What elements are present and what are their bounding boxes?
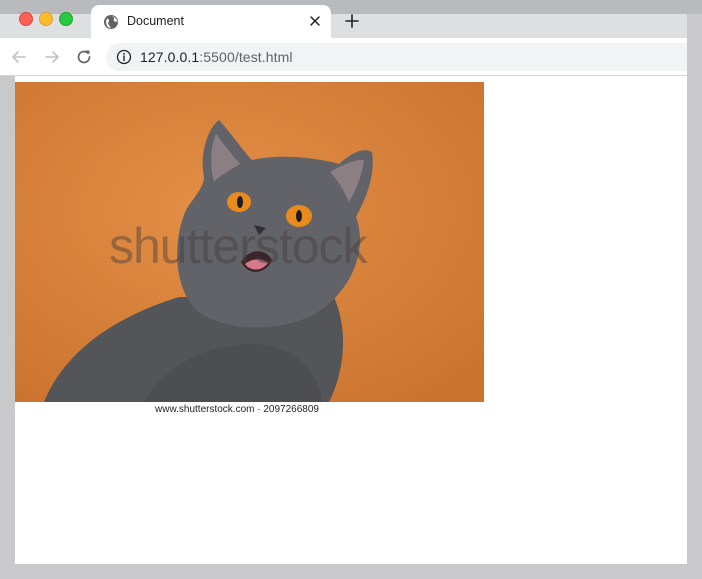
window-edge-right [687,14,702,579]
plus-icon[interactable] [343,12,361,30]
browser-toolbar: 127.0.0.1:5500/test.html [0,38,702,76]
globe-icon [104,15,118,29]
browser-titlebar: Document [0,0,702,38]
info-icon[interactable] [116,49,132,65]
page-viewport: shutterstock www.shutterstock.com · 2097… [0,76,687,564]
image-caption: www.shutterstock.com · 2097266809 [155,404,319,415]
window-edge-left [0,76,15,579]
watermark-text: shutterstock [109,218,368,274]
minimize-window-button[interactable] [39,12,53,26]
arrow-right-icon[interactable] [43,48,61,66]
arrow-left-icon[interactable] [10,48,28,66]
window-edge-bottom [0,564,702,579]
address-url[interactable]: 127.0.0.1:5500/test.html [140,49,293,65]
maximize-window-button[interactable] [59,12,73,26]
url-host: 127.0.0.1 [140,49,200,65]
tab-document[interactable]: Document [91,5,331,38]
address-bar[interactable]: 127.0.0.1:5500/test.html [106,43,702,71]
reload-icon[interactable] [75,48,93,66]
cat-photo: shutterstock [4,82,484,402]
url-path: :5500/test.html [199,49,293,65]
close-window-button[interactable] [19,12,33,26]
tab-title: Document [127,14,184,28]
close-icon[interactable] [307,13,323,29]
